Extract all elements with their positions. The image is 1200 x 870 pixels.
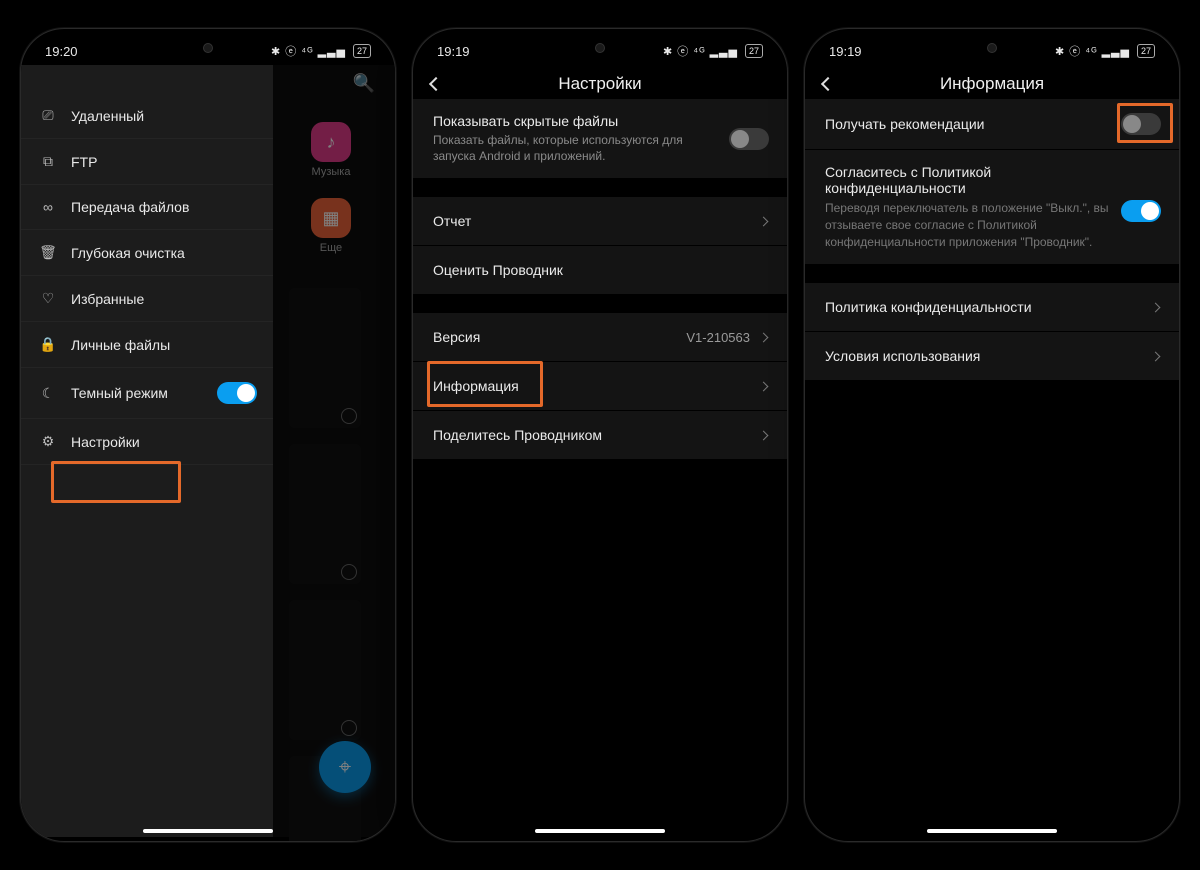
page-title: Информация: [805, 74, 1179, 94]
phone-screen-1: 19:20 ✱ ⓔ ⁴ᴳ ▂▃▅ 27 🔍 ♪ Музыка ▦ Еще: [20, 28, 396, 842]
drawer-item-darkmode[interactable]: ☾ Темный режим: [21, 368, 273, 419]
chevron-right-icon: [1151, 351, 1161, 361]
clock: 19:20: [45, 44, 78, 59]
row-sublabel: Переводя переключатель в положение "Выкл…: [825, 200, 1109, 250]
broom-icon: ⌖: [339, 754, 351, 780]
privacy-agree-toggle[interactable]: [1121, 200, 1161, 222]
row-recommendations[interactable]: Получать рекомендации: [805, 99, 1179, 150]
file-thumbnail[interactable]: [289, 444, 361, 584]
file-thumbnail[interactable]: [289, 600, 361, 740]
drawer-item-label: Удаленный: [71, 108, 144, 124]
front-camera: [987, 43, 997, 53]
moon-icon: ☾: [39, 385, 57, 402]
transfer-icon: ∞: [39, 199, 57, 215]
settings-list: Показывать скрытые файлы Показать файлы,…: [413, 99, 787, 460]
chevron-right-icon: [759, 430, 769, 440]
row-information[interactable]: Информация: [413, 362, 787, 411]
page-header: Информация: [805, 65, 1179, 99]
page-header: Настройки: [413, 65, 787, 99]
clean-fab[interactable]: ⌖: [319, 741, 371, 793]
row-share[interactable]: Поделитесь Проводником: [413, 411, 787, 460]
row-report[interactable]: Отчет: [413, 197, 787, 246]
drawer-item-label: Избранные: [71, 291, 144, 307]
chevron-right-icon: [1151, 302, 1161, 312]
drawer-item-deepclean[interactable]: 🗑 Глубокая очистка: [21, 230, 273, 276]
darkmode-toggle[interactable]: [217, 382, 257, 404]
grid-icon: ▦: [311, 198, 351, 238]
nav-drawer: ⎚ Удаленный ⧉ FTP ∞ Передача файлов 🗑 Гл…: [21, 65, 273, 837]
row-rate[interactable]: Оценить Проводник: [413, 246, 787, 295]
row-terms[interactable]: Условия использования: [805, 332, 1179, 381]
battery-icon: 27: [745, 44, 763, 58]
version-value: V1-210563: [686, 330, 750, 345]
status-icons: ✱ ⓔ ⁴ᴳ ▂▃▅ 27: [271, 43, 371, 59]
phone-screen-2: 19:19 ✱ ⓔ ⁴ᴳ ▂▃▅ 27 Настройки Показывать…: [412, 28, 788, 842]
heart-icon: ♡: [39, 290, 57, 307]
front-camera: [595, 43, 605, 53]
gear-icon: ⚙: [39, 433, 57, 450]
search-icon[interactable]: 🔍: [353, 73, 375, 94]
remote-icon: ⎚: [39, 107, 57, 124]
drawer-item-private[interactable]: 🔒 Личные файлы: [21, 322, 273, 368]
row-label: Показывать скрытые файлы: [433, 113, 717, 129]
row-agree-privacy[interactable]: Согласитесь с Политикой конфиденциальнос…: [805, 150, 1179, 265]
clock: 19:19: [437, 44, 470, 59]
ftp-icon: ⧉: [39, 153, 57, 170]
lock-icon: 🔒: [39, 336, 57, 353]
front-camera: [203, 43, 213, 53]
drawer-item-ftp[interactable]: ⧉ FTP: [21, 139, 273, 185]
chevron-right-icon: [759, 381, 769, 391]
row-privacy-policy[interactable]: Политика конфиденциальности: [805, 283, 1179, 332]
home-indicator[interactable]: [927, 829, 1057, 833]
recommendations-toggle[interactable]: [1121, 113, 1161, 135]
drawer-item-remote[interactable]: ⎚ Удаленный: [21, 93, 273, 139]
battery-icon: 27: [353, 44, 371, 58]
clock: 19:19: [829, 44, 862, 59]
clean-icon: 🗑: [39, 244, 57, 261]
row-version[interactable]: Версия V1-210563: [413, 313, 787, 362]
status-icons: ✱ ⓔ ⁴ᴳ ▂▃▅ 27: [663, 43, 763, 59]
category-tile-more[interactable]: ▦ Еще: [301, 198, 361, 254]
drawer-item-label: FTP: [71, 154, 97, 170]
drawer-item-label: Личные файлы: [71, 337, 170, 353]
row-label: Согласитесь с Политикой конфиденциальнос…: [825, 164, 1109, 196]
category-tile-music[interactable]: ♪ Музыка: [301, 122, 361, 178]
chevron-right-icon: [759, 216, 769, 226]
info-list: Получать рекомендации Согласитесь с Поли…: [805, 99, 1179, 381]
battery-icon: 27: [1137, 44, 1155, 58]
phone-screen-3: 19:19 ✱ ⓔ ⁴ᴳ ▂▃▅ 27 Информация Получать …: [804, 28, 1180, 842]
home-indicator[interactable]: [535, 829, 665, 833]
drawer-item-transfer[interactable]: ∞ Передача файлов: [21, 185, 273, 230]
row-sublabel: Показать файлы, которые используются для…: [433, 132, 717, 164]
drawer-item-label: Глубокая очистка: [71, 245, 185, 261]
page-title: Настройки: [413, 74, 787, 94]
status-icons: ✱ ⓔ ⁴ᴳ ▂▃▅ 27: [1055, 43, 1155, 59]
home-indicator[interactable]: [143, 829, 273, 833]
drawer-item-label: Настройки: [71, 434, 140, 450]
show-hidden-toggle[interactable]: [729, 128, 769, 150]
chevron-right-icon: [759, 332, 769, 342]
drawer-item-favorites[interactable]: ♡ Избранные: [21, 276, 273, 322]
music-icon: ♪: [311, 122, 351, 162]
drawer-item-label: Темный режим: [71, 385, 168, 401]
row-show-hidden[interactable]: Показывать скрытые файлы Показать файлы,…: [413, 99, 787, 179]
drawer-item-settings[interactable]: ⚙ Настройки: [21, 419, 273, 465]
file-thumbnail[interactable]: [289, 288, 361, 428]
drawer-item-label: Передача файлов: [71, 199, 189, 215]
